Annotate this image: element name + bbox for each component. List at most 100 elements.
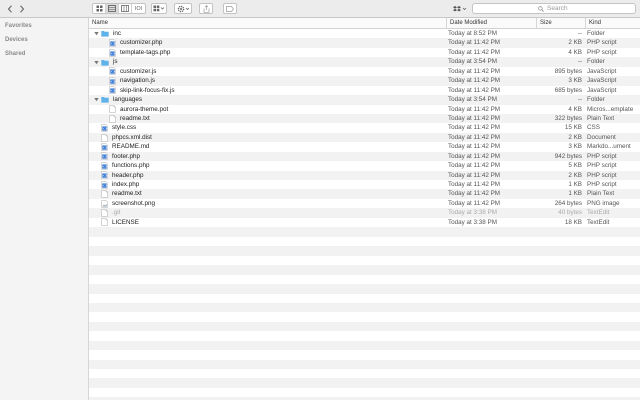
column-header-date-modified[interactable]: Date Modified	[446, 18, 536, 29]
kind-cell: Micros...emplate	[587, 105, 634, 113]
tag-icon	[226, 5, 234, 12]
file-row[interactable]: README.md Today at 11:42 PM 3 KB Markdo...u…	[89, 142, 640, 151]
file-row[interactable]: functions.php Today at 11:42 PM 5 KB PHP sc…	[89, 161, 640, 170]
file-row[interactable]: readme.txt Today at 11:42 PM 1 KB Plain Tex…	[89, 189, 640, 199]
share-icon	[203, 4, 209, 13]
kind-cell: PHP script	[587, 39, 617, 47]
date-cell: Today at 3:38 PM	[448, 218, 498, 226]
view-mode-group: IOI	[92, 3, 146, 14]
file-name: navigation.js	[120, 77, 156, 85]
kind-cell: PHP script	[587, 162, 617, 170]
empty-row	[89, 265, 640, 275]
date-cell: Today at 11:42 PM	[448, 48, 501, 56]
file-row[interactable]: style.css Today at 11:42 PM 15 KB CSS	[89, 123, 640, 132]
file-row[interactable]: customizer.php Today at 11:42 PM 2 KB PHP s…	[89, 38, 640, 48]
folder-row[interactable]: js Today at 3:54 PM -- Folder	[89, 57, 640, 67]
column-header-kind[interactable]: Kind	[585, 18, 640, 29]
file-rows: inc Today at 8:52 PM -- Folder customizer.ph…	[89, 29, 640, 227]
sidebar-section-devices[interactable]: Devices	[5, 37, 28, 43]
file-name: phpcs.xml.dist	[112, 133, 152, 141]
kind-cell: CSS	[587, 124, 600, 132]
search-field[interactable]: Search	[472, 3, 636, 14]
cover-flow-label: IOI	[134, 5, 143, 12]
column-header-size[interactable]: Size	[536, 18, 585, 29]
name-cell: template-tags.php	[89, 48, 446, 57]
kind-cell: Folder	[587, 30, 605, 37]
disclosure-triangle-icon[interactable]	[93, 59, 99, 65]
sidebar-section-favorites[interactable]: Favorites	[5, 23, 32, 29]
file-row[interactable]: aurora-theme.pot Today at 11:42 PM 4 KB Mic…	[89, 105, 640, 114]
arrange-button[interactable]	[151, 3, 167, 14]
kind-cell: PHP script	[587, 152, 617, 160]
date-cell: Today at 11:42 PM	[448, 39, 501, 47]
file-row[interactable]: footer.php Today at 11:42 PM 942 bytes PHP …	[89, 151, 640, 162]
file-row[interactable]: header.php Today at 11:42 PM 2 KB PHP scrip…	[89, 170, 640, 180]
search-icon	[538, 5, 544, 12]
file-name: header.php	[112, 171, 144, 179]
document-file-icon	[109, 105, 116, 113]
date-cell: Today at 11:42 PM	[448, 190, 501, 198]
empty-row	[89, 321, 640, 332]
folder-row[interactable]: languages Today at 3:54 PM -- Folder	[89, 95, 640, 105]
file-row[interactable]: readme.txt Today at 11:42 PM 322 bytes Plai…	[89, 113, 640, 124]
empty-row	[89, 246, 640, 256]
file-row[interactable]: .git Today at 3:38 PM 40 bytes TextEdit	[89, 208, 640, 218]
file-row[interactable]: LICENSE Today at 3:38 PM 18 KB TextEdit	[89, 218, 640, 227]
document-file-icon	[101, 209, 108, 217]
back-button[interactable]	[5, 3, 15, 14]
cover-flow-button[interactable]: IOI	[132, 4, 145, 13]
action-button[interactable]	[174, 3, 192, 14]
file-name: readme.txt	[120, 114, 150, 122]
file-row[interactable]: customizer.js Today at 11:42 PM 895 bytes J…	[89, 67, 640, 76]
disclosure-triangle-icon[interactable]	[93, 31, 99, 37]
kind-cell: PNG image	[587, 199, 620, 207]
size-cell: 2 KB	[568, 133, 582, 141]
name-cell: LICENSE	[89, 218, 446, 227]
dropbox-button[interactable]	[451, 3, 469, 14]
edit-tags-button[interactable]	[223, 3, 237, 14]
script-file-icon	[109, 39, 116, 47]
size-cell: 942 bytes	[554, 152, 582, 160]
column-view-button[interactable]	[119, 4, 132, 13]
image-file-icon	[101, 199, 108, 208]
gear-icon	[177, 5, 189, 12]
file-name: readme.txt	[112, 190, 142, 198]
file-row[interactable]: navigation.js Today at 11:42 PM 3 KB JavaSc…	[89, 76, 640, 86]
kind-cell: Folder	[587, 96, 605, 104]
size-cell: 3 KB	[568, 77, 582, 85]
file-name: skip-link-focus-fix.js	[120, 86, 175, 94]
size-cell: 15 KB	[564, 124, 582, 132]
file-name: footer.php	[112, 152, 141, 160]
file-row[interactable]: template-tags.php Today at 11:42 PM 4 KB PH…	[89, 48, 640, 57]
share-button[interactable]	[199, 3, 213, 14]
kind-cell: PHP script	[587, 48, 617, 56]
file-row[interactable]: screenshot.png Today at 11:42 PM 264 bytes…	[89, 199, 640, 208]
kind-cell: PHP script	[587, 181, 617, 188]
name-cell: inc	[89, 29, 446, 38]
icon-view-button[interactable]	[93, 4, 106, 13]
size-cell: 322 bytes	[554, 114, 582, 122]
sidebar-section-shared[interactable]: Shared	[5, 51, 25, 57]
empty-row	[89, 294, 640, 303]
file-row[interactable]: phpcs.xml.dist Today at 11:42 PM 2 KB Docum…	[89, 132, 640, 143]
disclosure-triangle-icon[interactable]	[93, 97, 99, 103]
empty-row	[89, 331, 640, 340]
column-header-name[interactable]: Name	[89, 18, 446, 29]
date-cell: Today at 11:42 PM	[448, 143, 501, 151]
kind-cell: Document	[587, 133, 616, 141]
name-cell: header.php	[89, 171, 446, 180]
folder-row[interactable]: inc Today at 8:52 PM -- Folder	[89, 29, 640, 38]
name-cell: phpcs.xml.dist	[89, 133, 446, 142]
size-cell: --	[577, 58, 582, 66]
file-row[interactable]: skip-link-focus-fix.js Today at 11:42 PM 6…	[89, 86, 640, 95]
kind-cell: JavaScript	[587, 77, 617, 85]
list-view-button[interactable]	[106, 4, 119, 13]
name-cell: languages	[89, 95, 446, 104]
finder-toolbar: IOI Search	[0, 0, 640, 18]
script-file-icon	[101, 171, 108, 180]
script-file-icon	[109, 67, 116, 76]
file-row[interactable]: index.php Today at 11:42 PM 1 KB PHP script	[89, 180, 640, 189]
forward-button[interactable]	[17, 3, 27, 14]
empty-row	[89, 284, 640, 294]
name-cell: screenshot.png	[89, 199, 446, 208]
